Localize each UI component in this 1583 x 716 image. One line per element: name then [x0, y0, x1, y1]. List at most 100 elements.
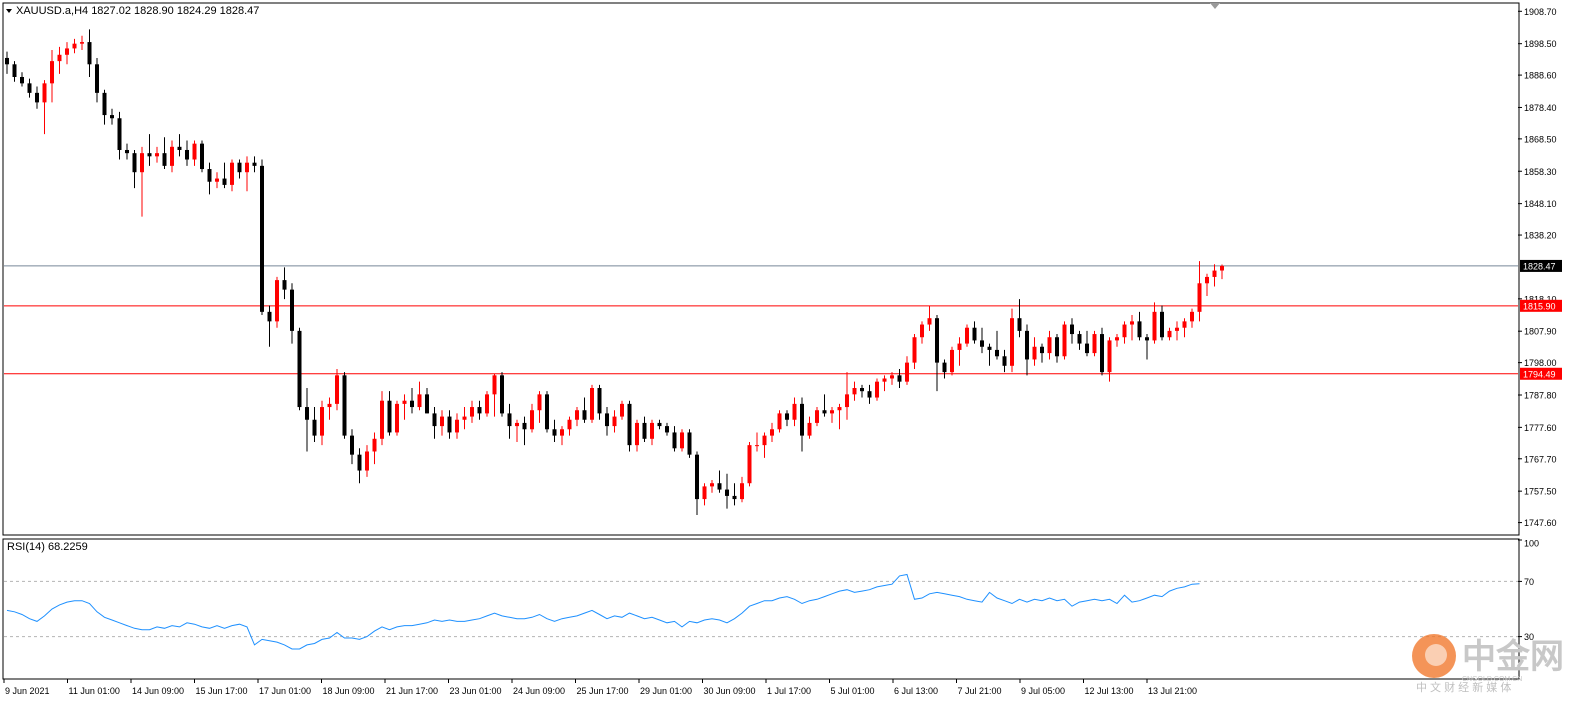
- candle-body: [185, 149, 189, 160]
- candle-body: [290, 289, 294, 331]
- candle-body: [890, 375, 894, 379]
- rsi-tick-label: 70: [1524, 577, 1534, 587]
- candle: [395, 400, 399, 436]
- candle-body: [20, 76, 24, 84]
- candle-body: [1182, 321, 1187, 328]
- candle-body: [635, 422, 639, 446]
- candle-body: [597, 388, 602, 414]
- candle-body: [275, 280, 279, 322]
- x-tick-label: 1 Jul 17:00: [767, 686, 811, 696]
- candle: [965, 324, 969, 347]
- candle-body: [942, 362, 947, 373]
- watermark: 中金网 中 文 财 经 新 媒 体 CNGOLD.COM.CN: [1412, 634, 1564, 694]
- candle-body: [612, 416, 617, 427]
- candle-body: [732, 495, 737, 500]
- candle-body: [297, 330, 302, 408]
- candle-body: [1212, 270, 1217, 277]
- x-tick-label: 25 Jun 17:00: [577, 686, 629, 696]
- candle-body: [740, 483, 744, 500]
- y-tick-label: 1798.00: [1524, 358, 1557, 368]
- time-axis: 9 Jun 2021 11 Jun 01:00 14 Jun 09:00 15 Jun…: [3, 679, 1197, 696]
- watermark-brand: 中金网: [1462, 637, 1564, 676]
- candle-body: [1122, 324, 1127, 338]
- price-panel-frame: [2, 2, 1520, 536]
- candle-body: [837, 407, 842, 411]
- candle: [590, 384, 594, 423]
- candle-body: [957, 343, 962, 350]
- candle-body: [1040, 346, 1044, 354]
- candle-body: [935, 318, 939, 363]
- candle: [545, 391, 549, 433]
- y-tick-label: 1878.40: [1524, 103, 1557, 113]
- candle-body: [672, 432, 677, 449]
- candle-body: [747, 445, 752, 484]
- candle-body: [5, 57, 9, 65]
- candle: [485, 391, 489, 417]
- chart-canvas[interactable]: XAUUSD.a,H4 1827.02 1828.90 1824.29 1828…: [0, 0, 1583, 711]
- candle-body: [650, 422, 654, 439]
- candle: [342, 372, 347, 439]
- candle-body: [57, 54, 62, 62]
- candle-body: [110, 115, 114, 119]
- candle-body: [605, 413, 609, 427]
- x-tick-label: 30 Jun 09:00: [704, 686, 756, 696]
- candle-body: [395, 403, 399, 433]
- candle-body: [507, 413, 512, 427]
- candle-body: [372, 438, 377, 452]
- candle-body: [710, 483, 714, 487]
- candle-body: [627, 403, 632, 446]
- chart-window[interactable]: XAUUSD.a,H4 1827.02 1828.90 1824.29 1828…: [0, 0, 1583, 711]
- candle-body: [1032, 346, 1037, 360]
- x-tick-label: 14 Jun 09:00: [132, 686, 184, 696]
- candle: [1100, 327, 1104, 376]
- candle-body: [1100, 334, 1104, 373]
- candle-body: [1137, 321, 1142, 338]
- rsi-tick-label: 100: [1524, 539, 1539, 549]
- x-tick-label: 29 Jun 01:00: [640, 686, 692, 696]
- candle: [297, 327, 302, 411]
- x-tick-label: 23 Jun 01:00: [450, 686, 502, 696]
- candle-body: [350, 435, 354, 455]
- candle-body: [560, 429, 564, 436]
- current-price-label: 1828.47: [1523, 261, 1556, 271]
- candle: [875, 378, 879, 401]
- y-tick-label: 1898.50: [1524, 39, 1557, 49]
- candle-body: [522, 422, 527, 430]
- rsi-axis: 1007030: [1518, 539, 1539, 642]
- candle: [627, 400, 632, 452]
- candle-body: [537, 394, 542, 411]
- candle-body: [1130, 321, 1134, 325]
- candle-body: [80, 42, 84, 44]
- candle-body: [1085, 343, 1089, 354]
- candle-body: [320, 407, 324, 436]
- candle-body: [447, 416, 452, 433]
- candle-body: [912, 337, 917, 363]
- candle-body: [1107, 340, 1112, 373]
- candle-body: [1055, 337, 1059, 357]
- candle-body: [477, 407, 482, 414]
- candle-body: [762, 435, 767, 446]
- candle: [680, 429, 684, 452]
- candle-body: [147, 153, 152, 157]
- y-tick-label: 1888.60: [1524, 71, 1557, 81]
- candle-body: [1077, 334, 1082, 344]
- candle-body: [665, 426, 669, 433]
- candle-body: [867, 391, 872, 398]
- candle: [200, 140, 204, 173]
- rsi-label: RSI(14) 68.2259: [7, 541, 88, 553]
- candle-body: [12, 64, 17, 77]
- candle-body: [432, 413, 437, 427]
- candle-body: [1025, 330, 1029, 360]
- candle-body: [1220, 265, 1224, 271]
- candle-body: [312, 419, 317, 436]
- candle-body: [1160, 311, 1164, 338]
- y-tick-label: 1807.90: [1524, 327, 1557, 337]
- candle-body: [860, 388, 864, 392]
- candle-body: [200, 143, 204, 170]
- x-tick-label: 21 Jun 17:00: [386, 686, 438, 696]
- x-tick-label: 17 Jun 01:00: [259, 686, 311, 696]
- candle-body: [215, 178, 219, 182]
- candle-body: [515, 422, 519, 427]
- candle-body: [102, 92, 107, 116]
- rsi-panel-frame: [2, 538, 1520, 680]
